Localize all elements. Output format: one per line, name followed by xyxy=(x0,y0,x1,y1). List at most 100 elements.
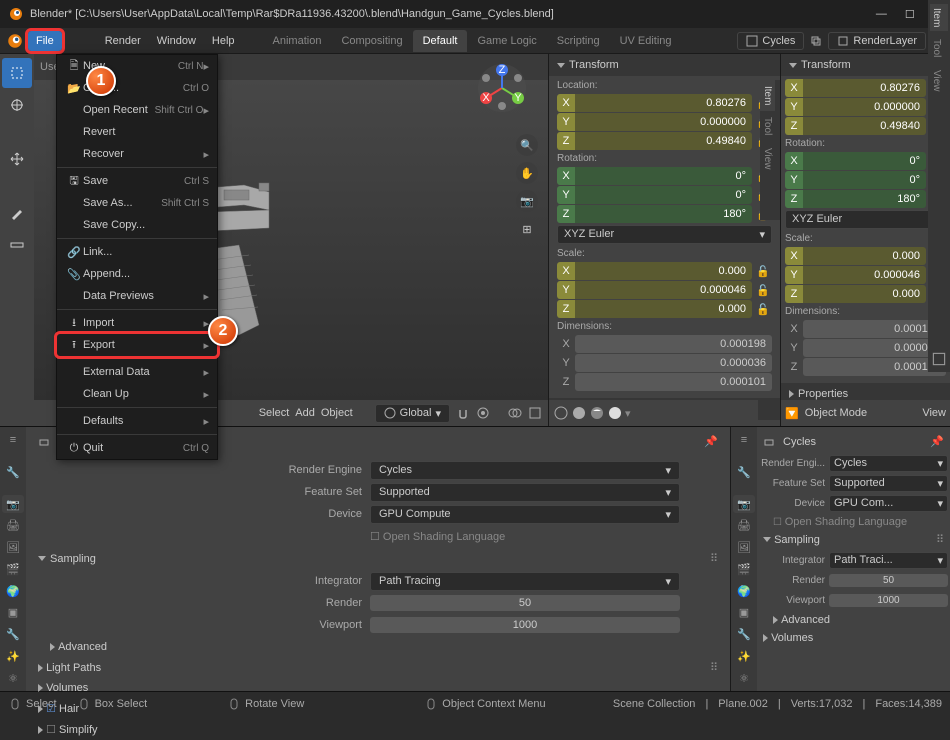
tool-cursor[interactable] xyxy=(2,90,32,120)
disclose-simplify[interactable] xyxy=(38,726,43,734)
tool-annotate[interactable] xyxy=(2,198,32,228)
scene-props-icon[interactable]: 🎬 xyxy=(2,561,24,579)
dim2-y[interactable]: 0.000036 xyxy=(803,339,946,357)
menu-file[interactable]: File xyxy=(28,31,62,51)
scale2-z[interactable]: 0.000 xyxy=(803,285,926,303)
disclose-lightpaths[interactable] xyxy=(38,664,43,672)
tab-scripting[interactable]: Scripting xyxy=(547,30,610,52)
device-select-r[interactable]: GPU Com...▾ xyxy=(829,495,948,512)
disclose-sampling[interactable] xyxy=(38,556,46,561)
loc-x[interactable]: 0.80276 xyxy=(575,94,752,112)
scene-props-icon-r[interactable]: 🎬 xyxy=(733,561,755,579)
file-menu-revert[interactable]: Revert xyxy=(57,121,217,143)
tab-item[interactable]: Item xyxy=(760,80,775,111)
file-menu-datapreviews[interactable]: Data Previews▸ xyxy=(57,285,217,307)
minimize-button[interactable]: — xyxy=(876,8,887,21)
tool-select[interactable] xyxy=(2,58,32,88)
move-view-icon[interactable]: ✋ xyxy=(516,162,538,184)
rot2-z[interactable]: 180° xyxy=(803,190,926,208)
file-menu-save[interactable]: 🖫SaveCtrl S xyxy=(57,170,217,192)
file-menu-defaults[interactable]: Defaults▸ xyxy=(57,410,217,432)
overlay-icon[interactable] xyxy=(508,406,522,420)
rot-z[interactable]: 180° xyxy=(575,205,752,223)
file-menu-open[interactable]: 📂Open...Ctrl O xyxy=(57,77,217,99)
physics-icon[interactable]: ⚛ xyxy=(2,669,24,687)
rot2-x[interactable]: 0° xyxy=(803,152,926,170)
file-menu-savecopy[interactable]: Save Copy... xyxy=(57,214,217,236)
scale2-x[interactable]: 0.000 xyxy=(803,247,926,265)
disclose-advanced[interactable] xyxy=(50,643,55,651)
snap-icon[interactable] xyxy=(456,406,470,420)
prop-edit-icon[interactable] xyxy=(476,406,490,420)
tool-icon-r[interactable]: 🔧 xyxy=(733,463,755,481)
objmode-label[interactable]: Object Mode xyxy=(805,407,867,419)
camera-icon[interactable]: 📷 xyxy=(516,190,538,212)
device-select[interactable]: GPU Compute▾ xyxy=(370,505,680,524)
view-label[interactable]: View xyxy=(922,407,946,419)
lock-icon[interactable]: 🔓 xyxy=(754,284,772,297)
file-menu-recover[interactable]: Recover▸ xyxy=(57,143,217,165)
dim2-z[interactable]: 0.000101 xyxy=(803,358,946,376)
euler-dropdown[interactable]: XYZ Euler▾ xyxy=(557,225,772,244)
tab-default[interactable]: Default xyxy=(413,30,468,52)
xray-icon[interactable] xyxy=(528,406,542,420)
dim-z[interactable]: 0.000101 xyxy=(575,373,772,391)
lock-icon[interactable]: 🔓 xyxy=(754,303,772,316)
file-menu-append[interactable]: 📎Append... xyxy=(57,263,217,285)
shading-matpreview-icon[interactable] xyxy=(589,405,605,421)
file-menu-export[interactable]: ⭱Export▸ xyxy=(57,334,217,356)
pin-icon[interactable]: 📌 xyxy=(704,435,718,448)
world-props-icon-r[interactable]: 🌍 xyxy=(733,582,755,600)
tab-tool[interactable]: Tool xyxy=(760,111,775,141)
obj-props-icon-r[interactable]: ▣ xyxy=(733,604,755,622)
file-menu-quit[interactable]: ⏻QuitCtrl Q xyxy=(57,437,217,459)
disclose-sampling-r[interactable] xyxy=(763,537,771,542)
tab-item-r[interactable]: Item xyxy=(930,4,948,31)
file-menu-import[interactable]: ⭳Import▸ xyxy=(57,312,217,334)
scale-y[interactable]: 0.000046 xyxy=(575,281,752,299)
particle-icon-r[interactable]: ✨ xyxy=(733,648,755,666)
copy-icon[interactable] xyxy=(810,35,822,47)
tab-compositing[interactable]: Compositing xyxy=(331,30,412,52)
render-samples-value[interactable]: 50 xyxy=(370,595,680,611)
pin-icon-r[interactable]: 📌 xyxy=(930,435,944,448)
particle-icon[interactable]: ✨ xyxy=(2,648,24,666)
object-menu[interactable]: Object xyxy=(321,407,353,419)
disclose-props2[interactable] xyxy=(789,390,794,398)
rot-x[interactable]: 0° xyxy=(575,167,752,185)
disclose-transform2[interactable] xyxy=(789,63,797,68)
shading-wire-icon[interactable] xyxy=(553,405,569,421)
viewlayer-icon[interactable]: 🖼 xyxy=(2,539,24,557)
tab-animation[interactable]: Animation xyxy=(263,30,332,52)
osl-label[interactable]: ☐ Open Shading Language xyxy=(370,530,505,543)
tab-view-r[interactable]: View xyxy=(930,66,948,96)
lock-icon[interactable]: 🔓 xyxy=(754,265,772,278)
menu-window[interactable]: Window xyxy=(149,31,204,51)
euler-dropdown2[interactable]: XYZ Euler▾ xyxy=(785,210,946,229)
add-menu[interactable]: Add xyxy=(295,407,315,419)
simplify-check[interactable]: ☐ xyxy=(46,723,56,736)
disclose-volumes[interactable] xyxy=(38,684,43,692)
file-menu-saveas[interactable]: Save As...Shift Ctrl S xyxy=(57,192,217,214)
orientation-dropdown[interactable]: Global ▾ xyxy=(375,404,450,423)
tab-uv[interactable]: UV Editing xyxy=(610,30,682,52)
scale2-y[interactable]: 0.000046 xyxy=(803,266,926,284)
dim-x[interactable]: 0.000198 xyxy=(575,335,772,353)
tool-move[interactable] xyxy=(2,144,32,174)
engine-select-r[interactable]: Cycles▾ xyxy=(829,455,948,472)
disclose-transform[interactable] xyxy=(557,63,565,68)
objmode-icon[interactable]: 🔽 xyxy=(785,407,799,420)
file-menu-link[interactable]: 🔗Link... xyxy=(57,241,217,263)
render-val-r[interactable]: 50 xyxy=(829,574,948,587)
tab-view[interactable]: View xyxy=(760,142,775,176)
viewlayer-icon-r[interactable]: 🖼 xyxy=(733,539,755,557)
output-props-icon-r[interactable]: 🖨 xyxy=(733,517,755,535)
loc-y[interactable]: 0.000000 xyxy=(575,113,752,131)
maximize-button[interactable]: ☐ xyxy=(905,8,915,21)
tool-measure[interactable] xyxy=(2,230,32,260)
options-icon[interactable]: ⠿ xyxy=(710,552,718,565)
dim-y[interactable]: 0.000036 xyxy=(575,354,772,372)
osl-r[interactable]: ☐ Open Shading Language xyxy=(759,514,948,530)
integrator-select-r[interactable]: Path Traci...▾ xyxy=(829,552,948,569)
loc2-z[interactable]: 0.49840 xyxy=(803,117,926,135)
